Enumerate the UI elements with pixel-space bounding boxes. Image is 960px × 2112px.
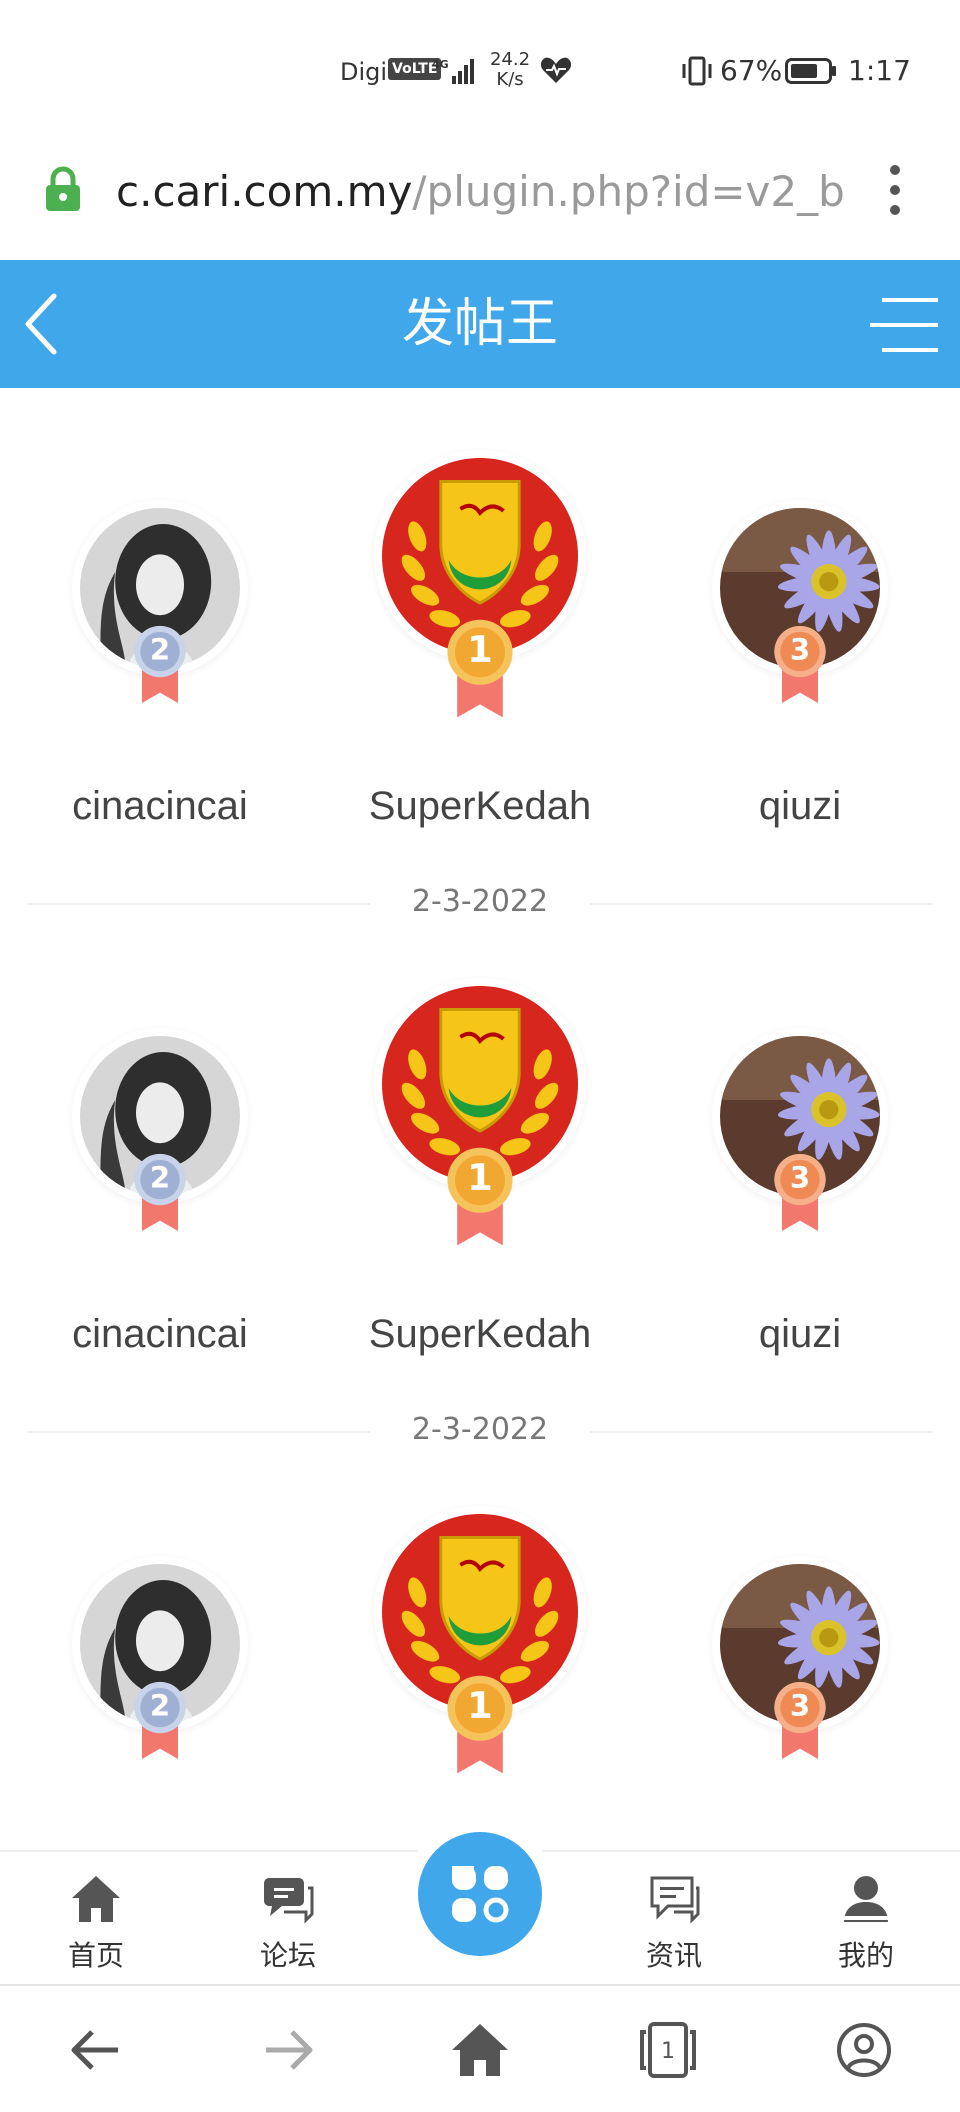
back-arrow-icon[interactable] xyxy=(64,2020,128,2080)
rank-number: 2 xyxy=(149,632,171,667)
speed-unit: K/s xyxy=(496,69,524,90)
apps-icon xyxy=(452,1866,509,1923)
bottom-tab-bar: 首页 论坛 资讯 我的 xyxy=(0,1818,960,1984)
rank-number: 3 xyxy=(789,1688,811,1723)
rank-number: 2 xyxy=(149,1688,171,1723)
tab-label: 我的 xyxy=(837,1939,894,1972)
center-apps-button-fill xyxy=(418,1832,542,1956)
tab-profile[interactable]: 我的 xyxy=(796,1872,936,1982)
url-host: c.cari.com.my xyxy=(116,167,413,216)
rank-number: 1 xyxy=(467,628,493,672)
menu-icon[interactable] xyxy=(868,296,940,354)
tab-forum[interactable]: 论坛 xyxy=(218,1872,358,1982)
ranking-list: 2 cinacincai 1 SuperKedah 3 qiuzi 2-3-2022 2 cin… xyxy=(0,388,960,1850)
bronze-medal-icon: 3 xyxy=(770,1152,830,1234)
tab-label: 首页 xyxy=(67,1939,124,1972)
lock-icon xyxy=(46,166,80,211)
signal-icon: 4G xyxy=(432,58,474,84)
bronze-medal-icon: 3 xyxy=(770,624,830,706)
date-label: 2-3-2022 xyxy=(370,884,590,919)
news-icon xyxy=(650,1876,700,1924)
rank-number: 2 xyxy=(149,1160,171,1195)
rank-group: 2 cinacincai 1 SuperKedah 3 qiuzi 2-3-2022 xyxy=(0,916,960,1447)
username[interactable]: qiuzi xyxy=(640,1312,960,1357)
status-bar: Digi VoLTE 4G 24.2 K/s 67% 1:17 xyxy=(0,0,960,140)
tab-count: 1 xyxy=(661,2039,675,2064)
username[interactable]: SuperKedah xyxy=(320,784,640,829)
silver-medal-icon: 2 xyxy=(130,1152,190,1234)
center-apps-button[interactable] xyxy=(404,1818,556,1970)
rank-number: 1 xyxy=(467,1684,493,1728)
browser-url-bar[interactable]: c.cari.com.my/plugin.php?id=v2_bbs xyxy=(0,140,960,260)
url-path: /plugin.php?id=v2_bbs xyxy=(412,167,846,216)
rank-number: 3 xyxy=(789,632,811,667)
tabs-icon[interactable]: 1 xyxy=(636,2020,700,2080)
battery-percent: 67% xyxy=(720,54,783,87)
home-icon[interactable] xyxy=(448,2020,512,2080)
rank-group: 2 cinacincai 1 SuperKedah 3 qiuzi 2-3-2022 xyxy=(0,388,960,919)
page-title: 发帖王 xyxy=(401,294,558,354)
health-heart-icon xyxy=(540,57,572,83)
home-icon xyxy=(72,1876,120,1922)
gold-medal-icon: 1 xyxy=(442,1674,518,1778)
vibrate-icon xyxy=(682,56,712,86)
browser-nav-bar: 1 xyxy=(0,1984,960,2112)
gold-medal-icon: 1 xyxy=(442,1146,518,1250)
page-header: 发帖王 xyxy=(0,260,960,388)
tab-news[interactable]: 资讯 xyxy=(604,1872,744,1982)
rank-number: 1 xyxy=(467,1156,493,1200)
url-text[interactable]: c.cari.com.my/plugin.php?id=v2_bbs xyxy=(116,164,846,220)
tab-label: 论坛 xyxy=(259,1939,316,1972)
network-type-label: 4G xyxy=(432,58,449,71)
profile-icon xyxy=(844,1876,888,1922)
tab-label: 资讯 xyxy=(645,1939,702,1972)
tab-home[interactable]: 首页 xyxy=(26,1872,166,1982)
date-label: 2-3-2022 xyxy=(370,1412,590,1447)
username[interactable]: qiuzi xyxy=(640,784,960,829)
username[interactable]: cinacincai xyxy=(0,784,320,829)
account-icon[interactable] xyxy=(832,2020,896,2080)
more-options-icon[interactable] xyxy=(880,162,910,218)
battery-icon xyxy=(785,58,836,84)
username[interactable]: cinacincai xyxy=(0,1312,320,1357)
carrier-label: Digi xyxy=(340,58,388,86)
clock: 1:17 xyxy=(848,54,911,87)
network-speed: 24.2 K/s xyxy=(490,50,530,90)
speed-value: 24.2 xyxy=(490,49,531,70)
rank-group: 2 1 3 xyxy=(0,1444,960,1850)
bronze-medal-icon: 3 xyxy=(770,1680,830,1762)
forward-arrow-icon[interactable] xyxy=(256,2020,320,2080)
gold-medal-icon: 1 xyxy=(442,618,518,722)
username[interactable]: SuperKedah xyxy=(320,1312,640,1357)
silver-medal-icon: 2 xyxy=(130,624,190,706)
forum-icon xyxy=(264,1878,314,1924)
silver-medal-icon: 2 xyxy=(130,1680,190,1762)
rank-number: 3 xyxy=(789,1160,811,1195)
